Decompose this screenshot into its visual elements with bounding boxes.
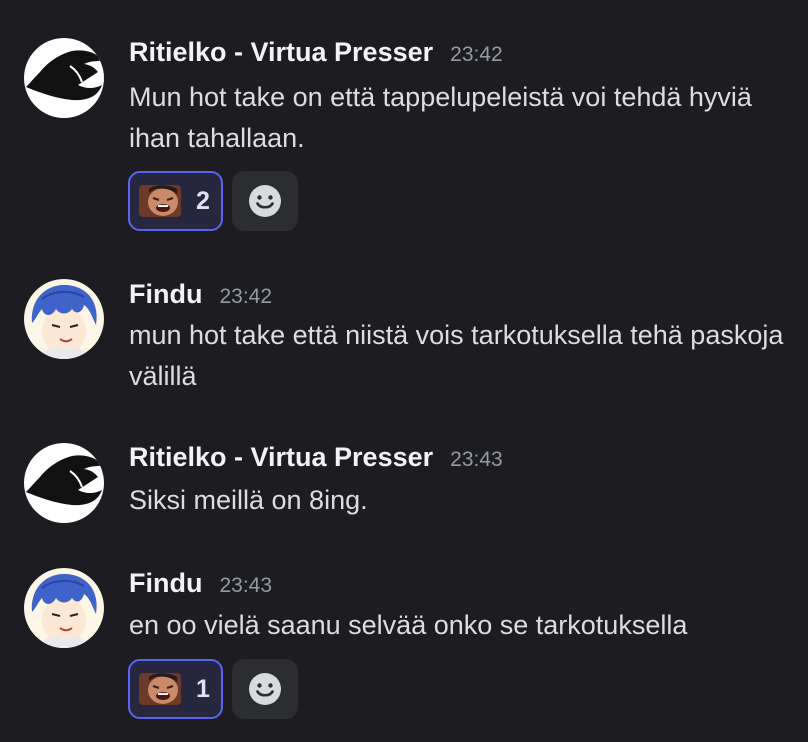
- avatar[interactable]: [24, 568, 104, 648]
- username[interactable]: Ritielko - Virtua Presser: [129, 37, 433, 68]
- message-text: Siksi meillä on 8ing.: [129, 485, 368, 515]
- message-text: Mun hot take on että tappelupeleistä voi…: [129, 82, 752, 153]
- add-reaction-button[interactable]: [232, 659, 298, 719]
- add-reaction-button[interactable]: [232, 171, 298, 231]
- blue-hair-anime-avatar-icon: [24, 279, 104, 359]
- reaction-bar: 1: [128, 659, 298, 719]
- laughing-face-emoji-icon: [139, 673, 181, 705]
- black-hat-avatar-icon: [24, 38, 104, 118]
- username[interactable]: Findu: [129, 279, 202, 310]
- black-hat-avatar-icon: [24, 443, 104, 523]
- reaction-button[interactable]: 2: [128, 171, 223, 231]
- blue-hair-anime-avatar-icon: [24, 568, 104, 648]
- message-text: en oo vielä saanu selvää onko se tarkotu…: [129, 610, 688, 640]
- avatar[interactable]: [24, 38, 104, 118]
- timestamp: 23:43: [450, 448, 503, 471]
- message-text: mun hot take että niistä vois tarkotukse…: [129, 320, 784, 391]
- smiley-add-reaction-icon: [249, 185, 281, 217]
- reaction-count: 1: [196, 674, 210, 703]
- username[interactable]: Findu: [129, 568, 202, 599]
- avatar[interactable]: [24, 279, 104, 359]
- avatar[interactable]: [24, 443, 104, 523]
- timestamp: 23:42: [450, 43, 503, 66]
- timestamp: 23:43: [219, 574, 273, 597]
- timestamp: 23:42: [219, 285, 273, 308]
- reaction-count: 2: [196, 186, 210, 215]
- reaction-bar: 2: [128, 171, 298, 231]
- username[interactable]: Ritielko - Virtua Presser: [129, 442, 433, 473]
- smiley-add-reaction-icon: [249, 673, 281, 705]
- laughing-face-emoji-icon: [139, 185, 181, 217]
- reaction-button[interactable]: 1: [128, 659, 223, 719]
